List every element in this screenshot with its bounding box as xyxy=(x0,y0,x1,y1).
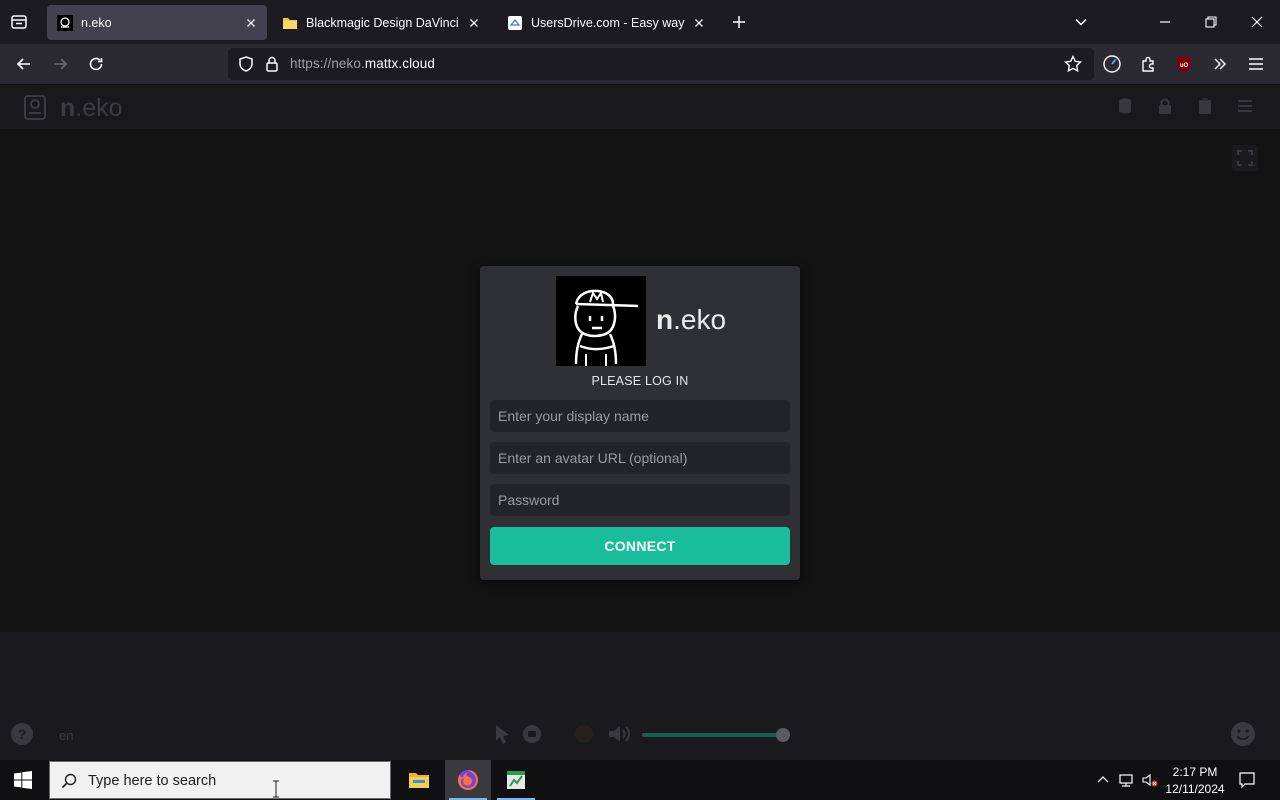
minimize-icon[interactable] xyxy=(1156,13,1174,31)
overflow-chevrons-icon[interactable] xyxy=(1210,54,1230,74)
neko-controls: ? en xyxy=(0,632,1280,760)
notification-center-icon[interactable] xyxy=(1238,771,1256,789)
url-prefix: https://neko. xyxy=(290,56,365,71)
tab-title: UsersDrive.com - Easy way to s xyxy=(531,15,685,30)
taskbar-firefox[interactable] xyxy=(445,760,491,800)
tray-chevron-up-icon[interactable] xyxy=(1095,772,1111,788)
close-icon[interactable] xyxy=(243,15,259,31)
windows-start-icon[interactable] xyxy=(14,771,32,789)
lock-icon[interactable] xyxy=(1156,97,1174,115)
screen-share-icon[interactable] xyxy=(520,722,544,746)
fullscreen-expand-icon[interactable] xyxy=(1232,145,1258,171)
brand-rest: .eko xyxy=(75,94,123,122)
window-close-icon[interactable] xyxy=(1248,13,1266,31)
reload-icon[interactable] xyxy=(86,54,106,74)
neko-favicon-icon xyxy=(57,14,73,31)
url-bar[interactable]: https://neko.mattx.cloud xyxy=(228,48,1094,80)
volume-slider[interactable] xyxy=(642,728,790,742)
extension-gauge-icon[interactable] xyxy=(1102,54,1122,74)
back-arrow-icon[interactable] xyxy=(14,54,34,74)
taskbar-sheet-app[interactable] xyxy=(493,760,539,800)
volume-slider-fill xyxy=(642,733,783,737)
taskbar-clock[interactable]: 2:17 PM 12/11/2024 xyxy=(1160,764,1230,798)
clock-date: 12/11/2024 xyxy=(1165,782,1225,796)
close-icon[interactable] xyxy=(466,15,482,31)
clipboard-icon[interactable] xyxy=(1196,97,1214,115)
volume-slider-handle[interactable] xyxy=(775,728,790,742)
brand-bold: n xyxy=(656,304,674,335)
connect-button[interactable]: CONNECT xyxy=(490,527,790,565)
ublock-origin-icon[interactable]: uO xyxy=(1174,54,1194,74)
firefox-view-icon[interactable] xyxy=(8,11,30,33)
login-card: n.eko PLEASE LOG IN CONNECT xyxy=(480,266,800,580)
avatar-url-input[interactable] xyxy=(490,442,790,474)
forward-arrow-icon[interactable] xyxy=(50,54,70,74)
svg-text:uO: uO xyxy=(1180,63,1189,69)
windows-taskbar: Type here to search 2:17 PM 12/11/2024 xyxy=(0,760,1280,800)
volume-muted-icon[interactable] xyxy=(1142,772,1158,788)
emoji-smile-icon[interactable] xyxy=(1230,721,1256,747)
close-icon[interactable] xyxy=(691,15,707,31)
network-icon[interactable] xyxy=(1118,772,1134,788)
brand-bold: n xyxy=(60,94,76,122)
tab-usersdrive[interactable]: UsersDrive.com - Easy way to s xyxy=(497,5,715,40)
extensions-puzzle-icon[interactable] xyxy=(1139,54,1159,74)
bookmark-star-icon[interactable] xyxy=(1063,54,1083,74)
browser-navbar: https://neko.mattx.cloud uO xyxy=(0,44,1280,85)
shield-icon[interactable] xyxy=(236,54,256,74)
neko-mascot-logo xyxy=(556,276,646,366)
cursor-pointer-icon[interactable] xyxy=(490,722,514,746)
record-dot-icon[interactable] xyxy=(572,722,596,746)
usersdrive-favicon-icon xyxy=(507,15,523,31)
volume-speaker-icon[interactable] xyxy=(606,722,630,746)
neko-page: n.eko n.eko PLEASE LOG IN Enter your dis… xyxy=(0,85,1280,760)
search-icon xyxy=(60,772,78,790)
tab-list-chevron-down-icon[interactable] xyxy=(1072,13,1090,31)
neko-logo-icon xyxy=(23,93,47,121)
help-question-icon[interactable]: ? xyxy=(10,722,34,746)
brand-rest: .eko xyxy=(673,304,727,335)
folder-favicon-icon xyxy=(282,15,298,31)
menu-bars-icon[interactable] xyxy=(1236,97,1254,115)
display-name-input[interactable] xyxy=(490,400,790,432)
database-icon[interactable] xyxy=(1116,97,1134,115)
lock-icon[interactable] xyxy=(262,54,282,74)
login-heading: PLEASE LOG IN xyxy=(591,374,689,388)
clock-time: 2:17 PM xyxy=(1172,765,1218,779)
tab-title: Blackmagic Design DaVinci Res xyxy=(306,15,460,30)
restore-icon[interactable] xyxy=(1202,13,1220,31)
login-brand: n.eko xyxy=(656,304,726,336)
file-explorer-icon xyxy=(409,773,429,788)
spreadsheet-app-icon xyxy=(507,771,525,789)
firefox-icon xyxy=(458,770,478,790)
url-host: mattx.cloud xyxy=(364,56,435,71)
browser-tab-strip: n.eko Blackmagic Design DaVinci Res User… xyxy=(0,0,1280,44)
search-placeholder: Type here to search xyxy=(88,773,217,789)
hamburger-menu-icon[interactable] xyxy=(1246,54,1266,74)
taskbar-search-box[interactable]: Type here to search xyxy=(49,761,391,799)
tab-title: n.eko xyxy=(81,15,112,30)
language-selector[interactable]: en xyxy=(59,728,73,743)
new-tab-plus-icon[interactable] xyxy=(730,13,748,31)
neko-brand: n.eko xyxy=(60,94,123,123)
url-text[interactable]: https://neko.mattx.cloud xyxy=(290,56,435,71)
tab-davinci[interactable]: Blackmagic Design DaVinci Res xyxy=(272,5,490,40)
taskbar-file-explorer[interactable] xyxy=(396,760,442,800)
password-input[interactable] xyxy=(490,484,790,516)
text-cursor-icon xyxy=(272,780,280,798)
tab-neko[interactable]: n.eko xyxy=(47,5,267,40)
neko-header: n.eko xyxy=(0,85,1280,129)
svg-text:?: ? xyxy=(18,726,27,742)
